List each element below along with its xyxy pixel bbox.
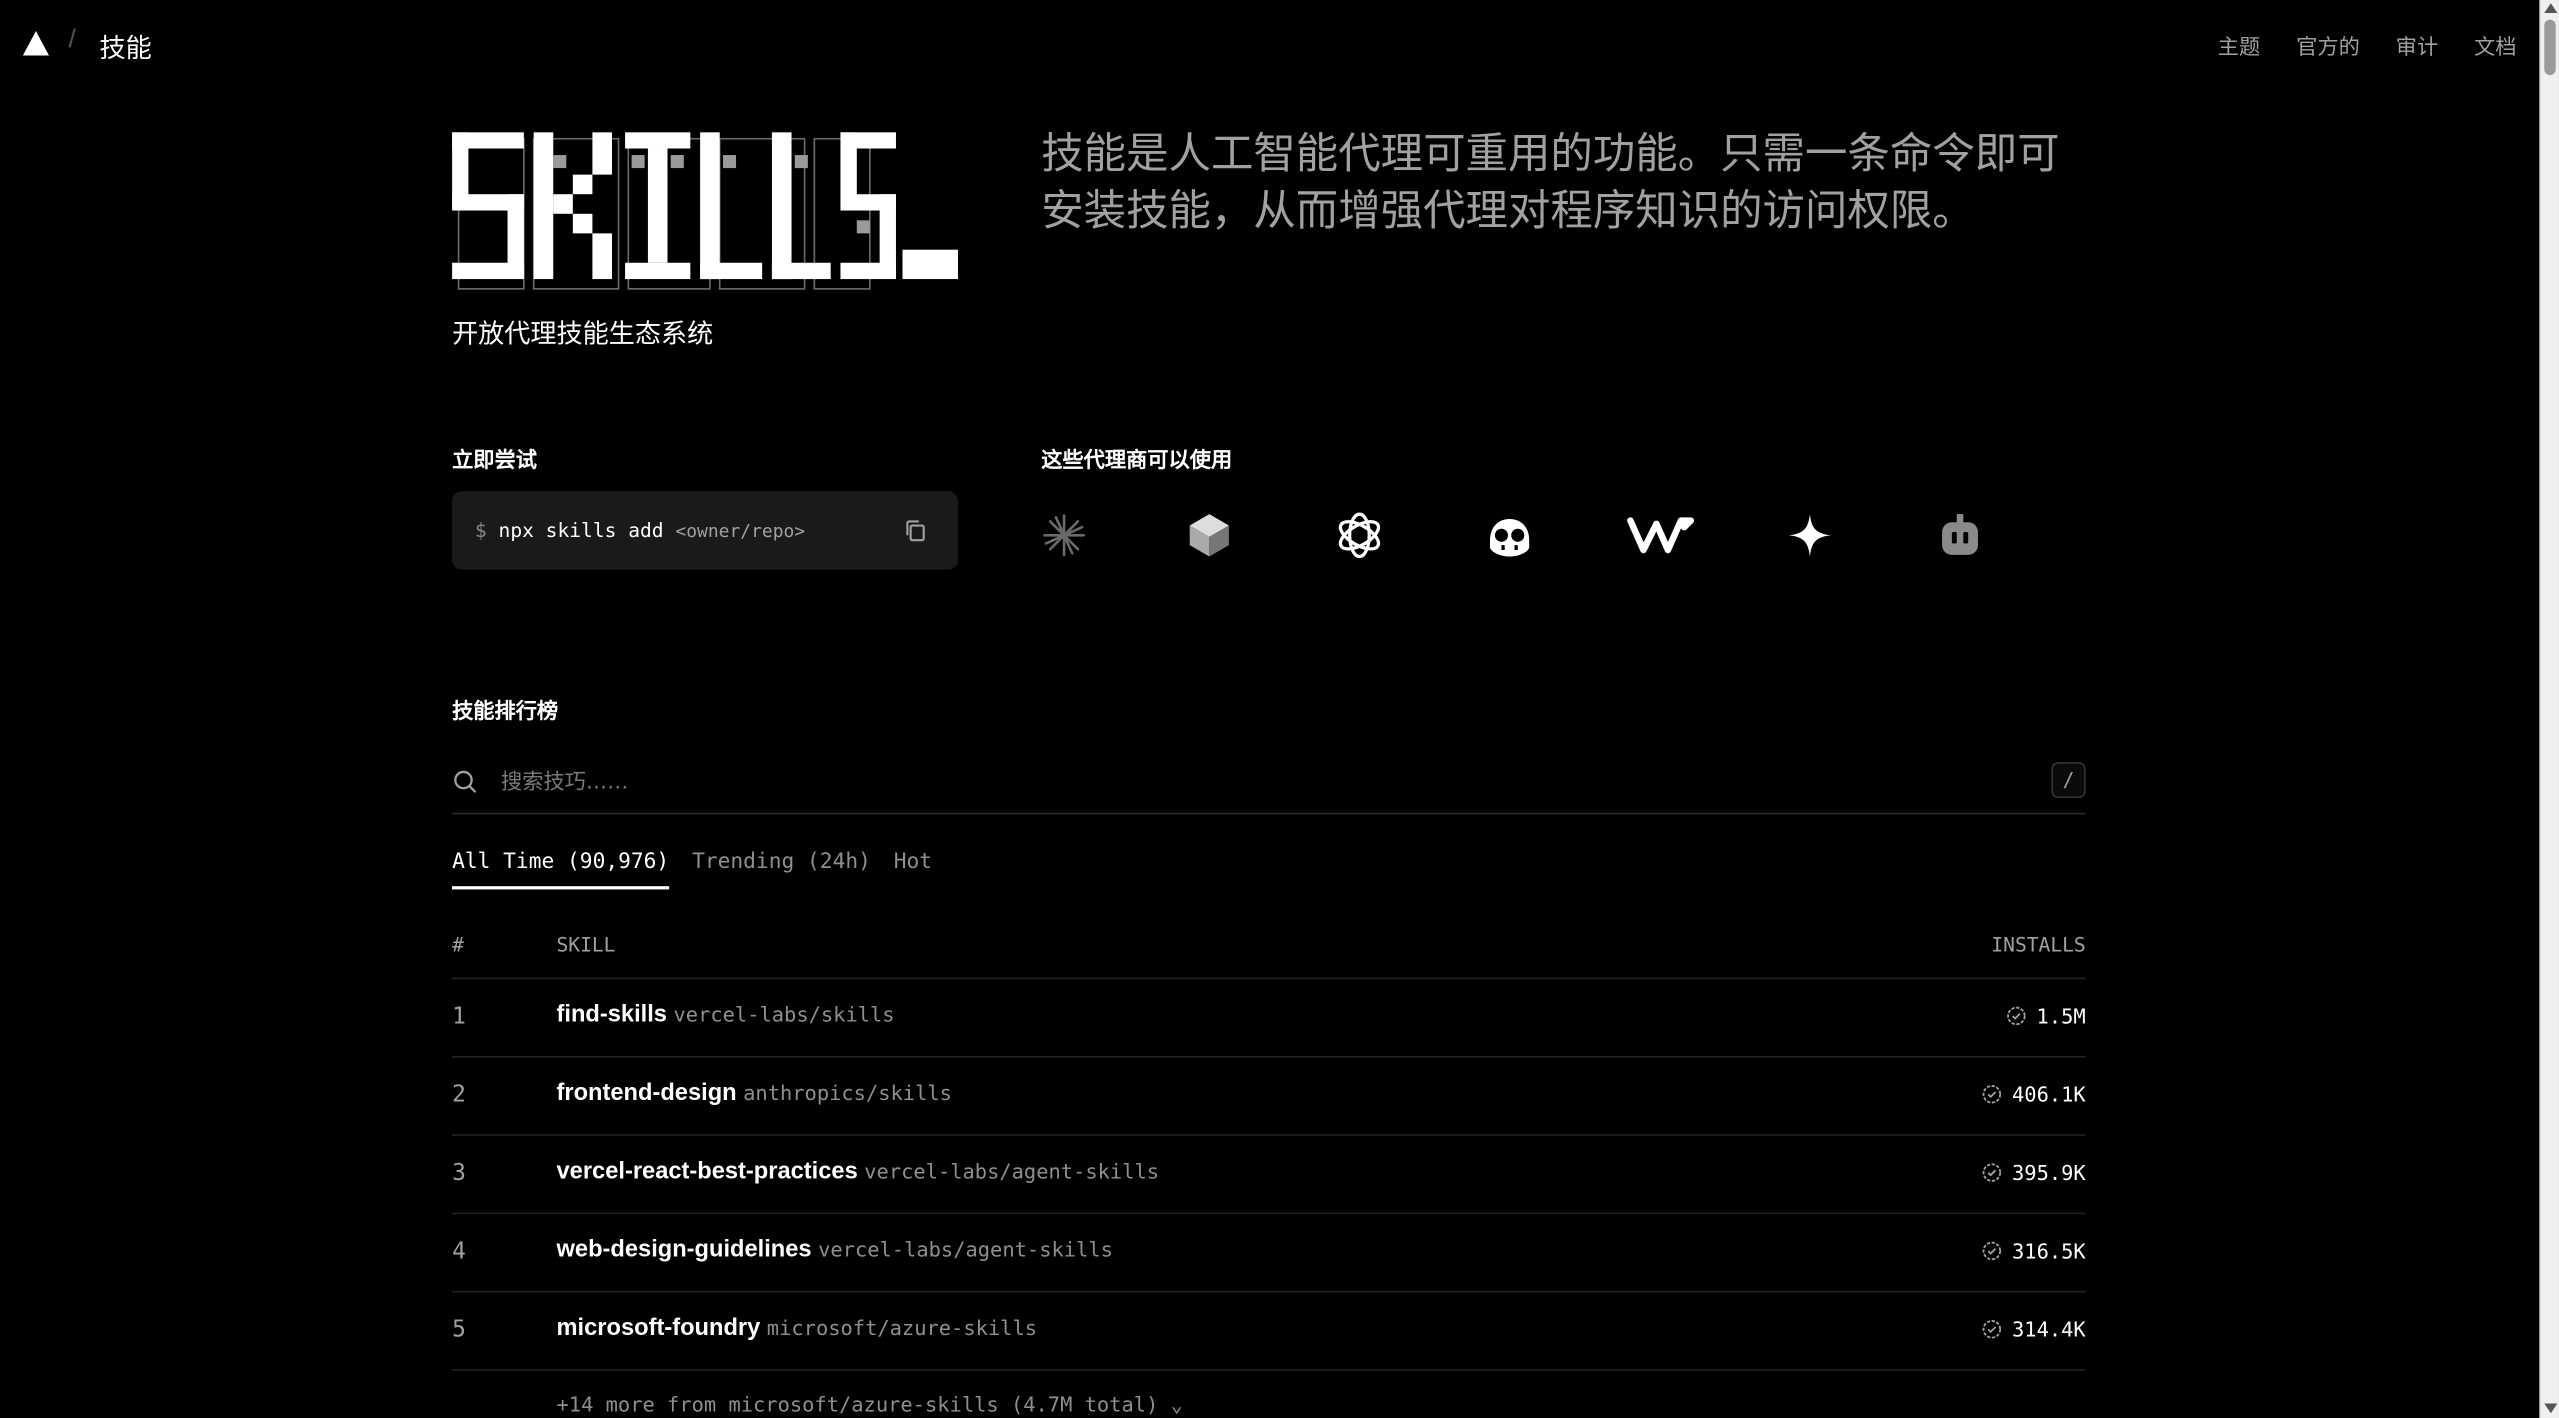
show-more-link[interactable]: +14 more from microsoft/azure-skills (4.… bbox=[557, 1392, 1183, 1416]
skill-name: vercel-react-best-practices bbox=[556, 1158, 858, 1185]
four-point-star-icon[interactable] bbox=[1781, 506, 1840, 565]
agents-label: 这些代理商可以使用 bbox=[1041, 448, 1233, 474]
table-row[interactable]: 3 vercel-react-best-practices vercel-labs… bbox=[452, 1136, 2086, 1215]
sparkle-burst-icon[interactable] bbox=[1035, 506, 1094, 565]
leaderboard-tabs: All Time (90,976) Trending (24h) Hot bbox=[452, 850, 932, 890]
command-prompt: $ bbox=[474, 518, 487, 542]
row-installs: 316.5K bbox=[1981, 1239, 2086, 1263]
try-now-label: 立即尝试 bbox=[452, 448, 537, 474]
skills-wordmark-logo bbox=[452, 132, 958, 290]
table-header: # SKILL INSTALLS bbox=[452, 932, 2086, 980]
scroll-up-arrow-icon[interactable] bbox=[2544, 3, 2558, 14]
installs-count: 1.5M bbox=[2036, 1003, 2086, 1029]
column-header-rank: # bbox=[452, 933, 464, 957]
triangle-logo-icon[interactable] bbox=[22, 31, 49, 56]
scroll-thumb[interactable] bbox=[2544, 19, 2556, 76]
column-header-installs: INSTALLS bbox=[1991, 933, 2086, 957]
column-header-skill: SKILL bbox=[556, 933, 616, 957]
verified-badge-icon bbox=[1982, 1085, 2001, 1104]
row-installs: 406.1K bbox=[1981, 1082, 2086, 1106]
page-scrollbar[interactable] bbox=[2539, 0, 2559, 1418]
copilot-face-icon[interactable] bbox=[1480, 506, 1539, 565]
row-installs: 395.9K bbox=[1981, 1160, 2086, 1185]
installs-count: 314.4K bbox=[2012, 1317, 2086, 1342]
nav-link-docs[interactable]: 文档 bbox=[2474, 29, 2516, 60]
skill-name: microsoft-foundry bbox=[556, 1315, 761, 1342]
hero-subtitle: 开放代理技能生态系统 bbox=[452, 318, 714, 350]
verified-badge-icon bbox=[2006, 1006, 2026, 1026]
nav-link-audit[interactable]: 审计 bbox=[2396, 29, 2438, 60]
row-skill[interactable]: find-skills vercel-labs/skills bbox=[557, 1002, 895, 1028]
skill-name: frontend-design bbox=[556, 1080, 737, 1107]
windsurf-w-icon[interactable] bbox=[1627, 506, 1696, 565]
skill-repo: microsoft/azure-skills bbox=[766, 1315, 1038, 1340]
scroll-down-arrow-icon[interactable] bbox=[2544, 1403, 2558, 1414]
skill-name: web-design-guidelines bbox=[556, 1237, 812, 1264]
nav-link-topics[interactable]: 主题 bbox=[2218, 29, 2260, 60]
tab-trending[interactable]: Trending (24h) bbox=[692, 850, 871, 889]
agents-row bbox=[1041, 506, 2085, 571]
command-arg: <owner/repo> bbox=[675, 520, 806, 542]
installs-count: 395.9K bbox=[2012, 1160, 2086, 1185]
breadcrumb-separator: / bbox=[68, 26, 76, 54]
table-row[interactable]: 5 microsoft-foundry microsoft/azure-skill… bbox=[452, 1293, 2086, 1371]
row-rank: 4 bbox=[452, 1238, 466, 1265]
search-input[interactable] bbox=[501, 763, 1970, 800]
nav-link-official[interactable]: 官方的 bbox=[2296, 29, 2360, 60]
nav-links: 主题 官方的 审计 文档 bbox=[2218, 29, 2517, 60]
search-bar: / bbox=[452, 756, 2086, 815]
skill-name: find-skills bbox=[556, 1002, 667, 1029]
skill-repo: vercel-labs/skills bbox=[673, 1002, 895, 1027]
row-skill[interactable]: vercel-react-best-practices vercel-labs/a… bbox=[557, 1159, 1160, 1185]
robot-head-icon[interactable] bbox=[1931, 506, 1990, 565]
verified-badge-icon bbox=[1982, 1241, 2001, 1261]
page: / 技能 主题 官方的 审计 文档 开放代理技能生态系统 技能是人工智能代理可重… bbox=[0, 0, 2559, 1418]
table-row[interactable]: 2 frontend-design anthropics/skills 406.1… bbox=[452, 1058, 2086, 1136]
openai-knot-icon[interactable] bbox=[1330, 506, 1389, 565]
cube-icon[interactable] bbox=[1180, 506, 1239, 565]
row-skill[interactable]: frontend-design anthropics/skills bbox=[557, 1080, 952, 1106]
row-skill[interactable]: microsoft-foundry microsoft/azure-skills bbox=[557, 1315, 1038, 1341]
breadcrumb-title[interactable]: 技能 bbox=[100, 26, 152, 65]
skill-repo: anthropics/skills bbox=[743, 1080, 952, 1105]
install-command-box: $ npx skills add <owner/repo> bbox=[452, 491, 958, 570]
top-nav: / 技能 主题 官方的 审计 文档 bbox=[0, 0, 2539, 85]
search-icon bbox=[454, 770, 477, 793]
tab-hot[interactable]: Hot bbox=[894, 850, 932, 889]
row-installs: 1.5M bbox=[2006, 1004, 2086, 1028]
row-rank: 3 bbox=[452, 1160, 466, 1187]
skill-repo: vercel-labs/agent-skills bbox=[864, 1158, 1160, 1184]
hero-description: 技能是人工智能代理可重用的功能。只需一条命令即可安装技能，从而增强代理对程序知识… bbox=[1041, 130, 2060, 237]
skill-repo: vercel-labs/agent-skills bbox=[818, 1237, 1113, 1262]
verified-badge-icon bbox=[1982, 1320, 2001, 1339]
row-skill[interactable]: web-design-guidelines vercel-labs/agent-s… bbox=[557, 1237, 1113, 1263]
row-installs: 314.4K bbox=[1981, 1317, 2086, 1342]
copy-icon[interactable] bbox=[902, 517, 928, 543]
install-command: $ npx skills add <owner/repo> bbox=[475, 519, 805, 542]
leaderboard-label: 技能排行榜 bbox=[452, 700, 559, 725]
table-row[interactable]: 4 web-design-guidelines vercel-labs/agent… bbox=[452, 1214, 2086, 1293]
command-text: npx skills add bbox=[498, 518, 664, 542]
installs-count: 316.5K bbox=[2012, 1238, 2086, 1264]
row-rank: 1 bbox=[452, 1003, 466, 1030]
table-row[interactable]: 1 find-skills vercel-labs/skills 1.5M bbox=[452, 979, 2086, 1058]
row-rank: 2 bbox=[452, 1082, 466, 1109]
verified-badge-icon bbox=[1982, 1163, 2001, 1182]
search-shortcut-key: / bbox=[2051, 762, 2086, 799]
installs-count: 406.1K bbox=[2012, 1082, 2086, 1107]
row-rank: 5 bbox=[452, 1317, 466, 1344]
tab-all-time[interactable]: All Time (90,976) bbox=[452, 850, 670, 890]
